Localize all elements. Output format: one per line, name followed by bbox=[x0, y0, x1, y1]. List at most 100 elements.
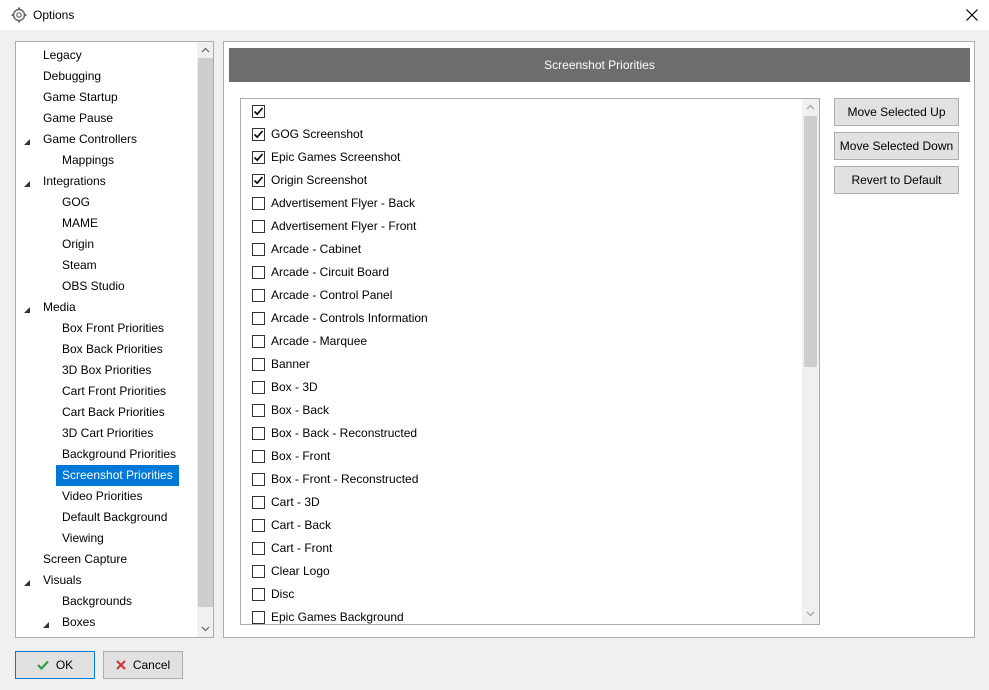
list-item[interactable]: Box - Back - Reconstructed bbox=[252, 423, 417, 443]
checkbox-icon[interactable] bbox=[252, 610, 265, 624]
tree-item[interactable]: Game Pause bbox=[43, 108, 113, 129]
tree-item[interactable]: Game Controllers bbox=[43, 129, 137, 150]
checkbox-checked-icon[interactable] bbox=[252, 173, 265, 187]
tree-item[interactable]: OBS Studio bbox=[62, 276, 125, 297]
list-item[interactable]: Box - Back bbox=[252, 400, 329, 420]
tree-item[interactable]: GOG bbox=[62, 192, 90, 213]
tree-item[interactable]: Debugging bbox=[43, 66, 101, 87]
expand-arrow-icon[interactable] bbox=[23, 576, 33, 586]
tree-item[interactable]: MAME bbox=[62, 213, 98, 234]
list-item[interactable]: Arcade - Controls Information bbox=[252, 308, 428, 328]
list-item[interactable]: Cart - Back bbox=[252, 515, 331, 535]
tree-item[interactable]: Viewing bbox=[62, 528, 104, 549]
list-scroll-thumb[interactable] bbox=[804, 116, 817, 367]
tree-item[interactable]: Box Front Priorities bbox=[62, 318, 164, 339]
checkbox-checked-icon[interactable] bbox=[252, 150, 265, 164]
list-item-label: GOG Screenshot bbox=[271, 127, 364, 141]
expand-arrow-icon[interactable] bbox=[23, 177, 33, 187]
list-item[interactable]: Arcade - Marquee bbox=[252, 331, 367, 351]
list-item[interactable]: Epic Games Screenshot bbox=[252, 147, 400, 167]
list-item[interactable] bbox=[252, 101, 271, 121]
tree-item[interactable]: Visuals bbox=[43, 570, 81, 591]
checkbox-icon[interactable] bbox=[252, 196, 265, 210]
checkbox-icon[interactable] bbox=[252, 219, 265, 233]
list-item[interactable]: Cart - Front bbox=[252, 538, 332, 558]
close-button[interactable] bbox=[958, 2, 986, 28]
list-item[interactable]: Box - Front - Reconstructed bbox=[252, 469, 418, 489]
list-item[interactable]: Advertisement Flyer - Front bbox=[252, 216, 416, 236]
checkbox-icon[interactable] bbox=[252, 403, 265, 417]
list-item[interactable]: Arcade - Control Panel bbox=[252, 285, 392, 305]
ok-button[interactable]: OK bbox=[15, 651, 95, 679]
tree-item[interactable]: Media bbox=[43, 297, 76, 318]
move-selected-down-button[interactable]: Move Selected Down bbox=[834, 132, 959, 160]
checkbox-checked-icon[interactable] bbox=[252, 104, 265, 118]
options-tree[interactable]: Legacy Debugging Game Startup Game Pause Gam… bbox=[15, 41, 214, 638]
list-item[interactable]: Epic Games Background bbox=[252, 607, 404, 624]
checkbox-icon[interactable] bbox=[252, 449, 265, 463]
tree-scrollbar[interactable] bbox=[197, 42, 213, 637]
checkbox-icon[interactable] bbox=[252, 380, 265, 394]
checkbox-icon[interactable] bbox=[252, 242, 265, 256]
tree-item[interactable]: Screen Capture bbox=[43, 549, 127, 570]
list-item[interactable]: Box - 3D bbox=[252, 377, 318, 397]
checkbox-icon[interactable] bbox=[252, 472, 265, 486]
scroll-up-icon[interactable] bbox=[197, 42, 213, 58]
checkbox-icon[interactable] bbox=[252, 357, 265, 371]
tree-item[interactable]: Mappings bbox=[62, 150, 114, 171]
tree-item[interactable]: Game Startup bbox=[43, 87, 118, 108]
tree-item[interactable]: Box Back Priorities bbox=[62, 339, 163, 360]
checkbox-icon[interactable] bbox=[252, 334, 265, 348]
list-item-label: Origin Screenshot bbox=[271, 173, 368, 187]
tree-item[interactable]: Legacy bbox=[43, 45, 82, 66]
tree-item[interactable]: Screenshot Priorities bbox=[56, 465, 179, 486]
checkbox-icon[interactable] bbox=[252, 288, 265, 302]
tree-item[interactable]: Background Priorities bbox=[62, 444, 176, 465]
list-item[interactable]: Origin Screenshot bbox=[252, 170, 367, 190]
list-item[interactable]: Cart - 3D bbox=[252, 492, 320, 512]
list-item-label: Cart - Back bbox=[271, 518, 332, 532]
tree-item[interactable]: Steam bbox=[62, 255, 97, 276]
move-selected-up-button[interactable]: Move Selected Up bbox=[834, 98, 959, 126]
list-item[interactable]: Arcade - Cabinet bbox=[252, 239, 361, 259]
checkbox-icon[interactable] bbox=[252, 426, 265, 440]
tree-item[interactable]: Cart Back Priorities bbox=[62, 402, 165, 423]
checkbox-icon[interactable] bbox=[252, 495, 265, 509]
expand-arrow-icon[interactable] bbox=[42, 618, 52, 628]
checkbox-icon[interactable] bbox=[252, 587, 265, 601]
list-item[interactable]: GOG Screenshot bbox=[252, 124, 363, 144]
scroll-down-icon[interactable] bbox=[197, 621, 213, 637]
revert-to-default-button[interactable]: Revert to Default bbox=[834, 166, 959, 194]
tree-item[interactable]: Origin bbox=[62, 234, 94, 255]
tree-item[interactable]: 3D Cart Priorities bbox=[62, 423, 153, 444]
checkbox-icon[interactable] bbox=[252, 541, 265, 555]
tree-item[interactable]: Default Background bbox=[62, 507, 167, 528]
expand-arrow-icon[interactable] bbox=[23, 303, 33, 313]
cancel-button[interactable]: Cancel bbox=[103, 651, 183, 679]
checkbox-icon[interactable] bbox=[252, 265, 265, 279]
list-scrollbar[interactable] bbox=[802, 99, 819, 624]
scroll-up-icon[interactable] bbox=[802, 99, 819, 115]
checkbox-icon[interactable] bbox=[252, 564, 265, 578]
checkbox-checked-icon[interactable] bbox=[252, 127, 265, 141]
scroll-down-icon[interactable] bbox=[802, 606, 819, 622]
list-item[interactable]: Arcade - Circuit Board bbox=[252, 262, 389, 282]
tree-item[interactable]: Cart Front Priorities bbox=[62, 381, 166, 402]
priority-list[interactable]: GOG Screenshot Epic Games Screenshot Origi… bbox=[240, 98, 820, 625]
tree-item[interactable]: Video Priorities bbox=[62, 486, 142, 507]
list-item[interactable]: Advertisement Flyer - Back bbox=[252, 193, 415, 213]
list-item[interactable]: Box - Front bbox=[252, 446, 330, 466]
checkbox-icon[interactable] bbox=[252, 518, 265, 532]
expand-arrow-icon[interactable] bbox=[23, 135, 33, 145]
tree-item[interactable]: 3D Box Priorities bbox=[62, 360, 151, 381]
list-item-label: Cart - Front bbox=[271, 541, 333, 555]
checkbox-icon[interactable] bbox=[252, 311, 265, 325]
tree-item[interactable]: Boxes bbox=[62, 612, 95, 633]
list-item-label: Box - Front bbox=[271, 449, 331, 463]
tree-item[interactable]: Integrations bbox=[43, 171, 106, 192]
tree-item[interactable]: Backgrounds bbox=[62, 591, 132, 612]
list-item[interactable]: Disc bbox=[252, 584, 294, 604]
tree-scroll-thumb[interactable] bbox=[198, 58, 213, 607]
list-item[interactable]: Banner bbox=[252, 354, 310, 374]
list-item[interactable]: Clear Logo bbox=[252, 561, 330, 581]
